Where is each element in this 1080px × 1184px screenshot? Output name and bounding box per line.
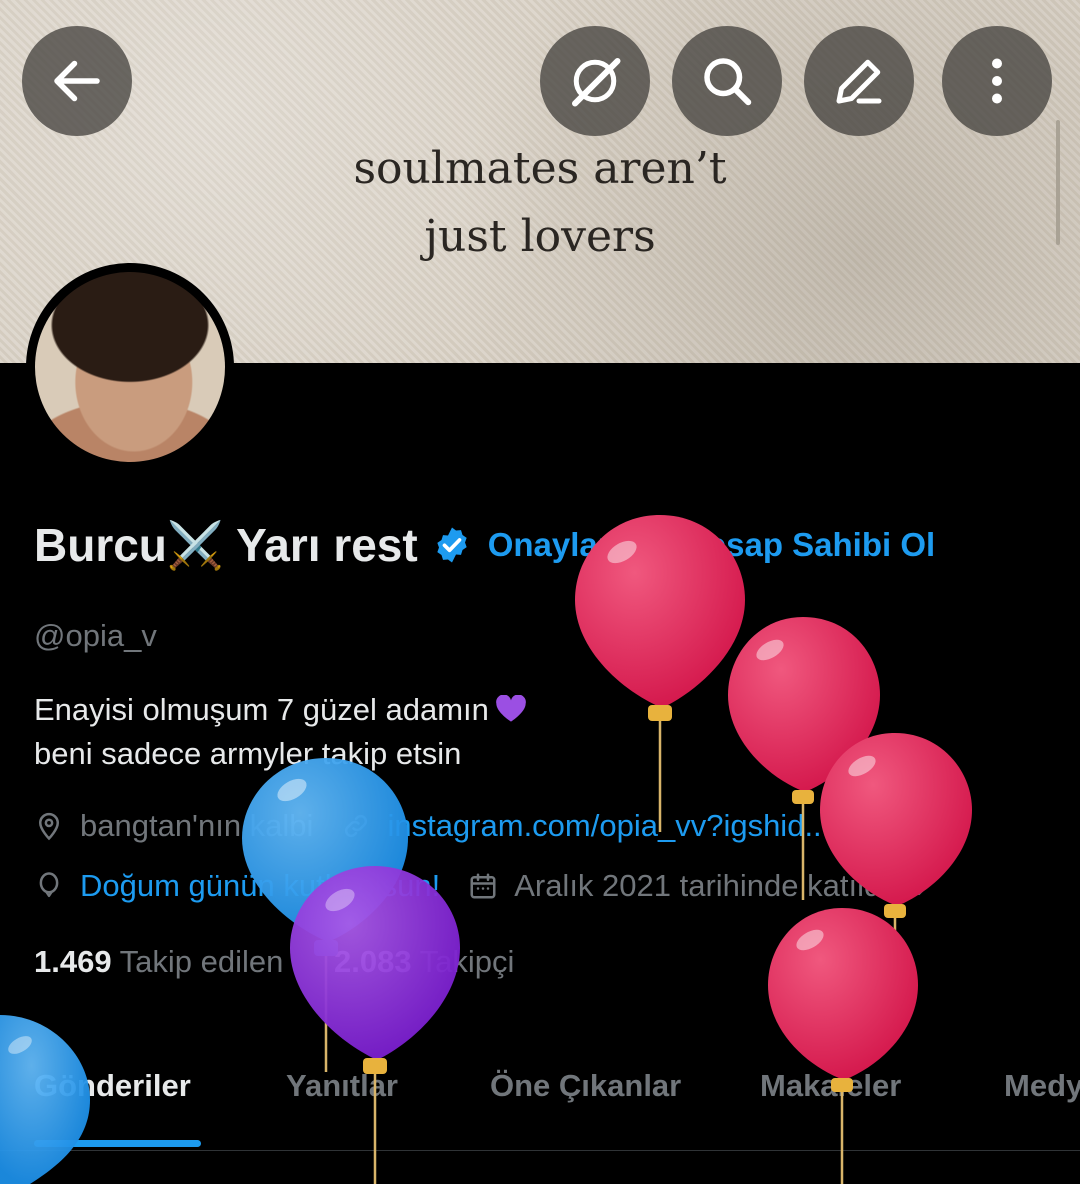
tabs-divider [0, 1150, 1080, 1151]
profile-stats: 1.469 Takip edilen 2.083 Takipçi [34, 944, 514, 980]
back-button[interactable] [22, 26, 132, 136]
grok-button[interactable] [540, 26, 650, 136]
edit-button[interactable] [804, 26, 914, 136]
more-button[interactable] [942, 26, 1052, 136]
following-stat[interactable]: 1.469 Takip edilen [34, 944, 283, 979]
chevron-right-icon[interactable] [910, 871, 934, 901]
birthday-greeting-link[interactable]: Doğum günün kutlu olsun! [80, 868, 440, 904]
tab-media[interactable]: Medya [1004, 1068, 1080, 1104]
scroll-indicator [1056, 120, 1060, 245]
following-count: 1.469 [34, 944, 112, 979]
profile-meta-row2: Doğum günün kutlu olsun! Aralık 2021 tar… [34, 868, 934, 904]
profile-bio: Enayisi olmuşum 7 güzel adamın beni sade… [34, 688, 527, 776]
following-label: Takip edilen [119, 944, 284, 979]
profile-website-link[interactable]: instagram.com/opia_vv?igshid... [387, 808, 830, 844]
profile-name: Burcu⚔️ Yarı rest [34, 518, 418, 571]
active-tab-indicator [34, 1140, 201, 1147]
arrow-left-icon [54, 60, 100, 102]
grok-icon [572, 58, 621, 107]
profile-handle: @opia_v [34, 618, 157, 653]
followers-stat[interactable]: 2.083 Takipçi [334, 944, 514, 979]
tab-articles[interactable]: Makaleler [760, 1068, 901, 1104]
more-vertical-icon [992, 58, 1002, 104]
profile-name-row: Burcu⚔️ Yarı rest Onaylanmış Hesap Sahib… [34, 513, 935, 577]
link-icon [345, 814, 368, 838]
banner-text-line1: soulmates aren’t [353, 143, 727, 194]
tab-replies[interactable]: Yanıtlar [286, 1068, 398, 1104]
profile-joined-date: Aralık 2021 tarihinde katıldı [514, 868, 890, 903]
search-button[interactable] [672, 26, 782, 136]
get-verified-link[interactable]: Onaylanmış Hesap Sahibi Ol [488, 526, 935, 564]
profile-location: bangtan'nın kalbi [80, 808, 314, 843]
bio-line2: beni sadece armyler takip etsin [34, 736, 462, 771]
tab-highlights[interactable]: Öne Çıkanlar [490, 1068, 681, 1104]
location-icon [38, 812, 60, 841]
purple-heart-icon [496, 695, 526, 722]
search-icon [704, 58, 752, 106]
balloon-red-2 [728, 617, 880, 900]
banner-text-line2: just lovers [424, 211, 656, 262]
followers-count: 2.083 [333, 944, 412, 979]
profile-meta-row1: bangtan'nın kalbi instagram.com/opia_vv?… [34, 808, 830, 844]
edit-icon [836, 59, 882, 104]
followers-label: Takipçi [419, 944, 515, 979]
balloon-icon [39, 872, 59, 898]
calendar-icon [470, 873, 496, 899]
profile-tabs: Gönderiler Yanıtlar Öne Çıkanlar Makalel… [0, 1052, 1080, 1152]
balloon-blue-1 [242, 758, 408, 1072]
avatar-photo [35, 272, 225, 462]
verified-badge-icon[interactable] [432, 525, 472, 565]
profile-avatar[interactable] [26, 263, 234, 471]
tab-posts[interactable]: Gönderiler [34, 1068, 191, 1104]
bio-line1: Enayisi olmuşum 7 güzel adamın [34, 692, 489, 727]
